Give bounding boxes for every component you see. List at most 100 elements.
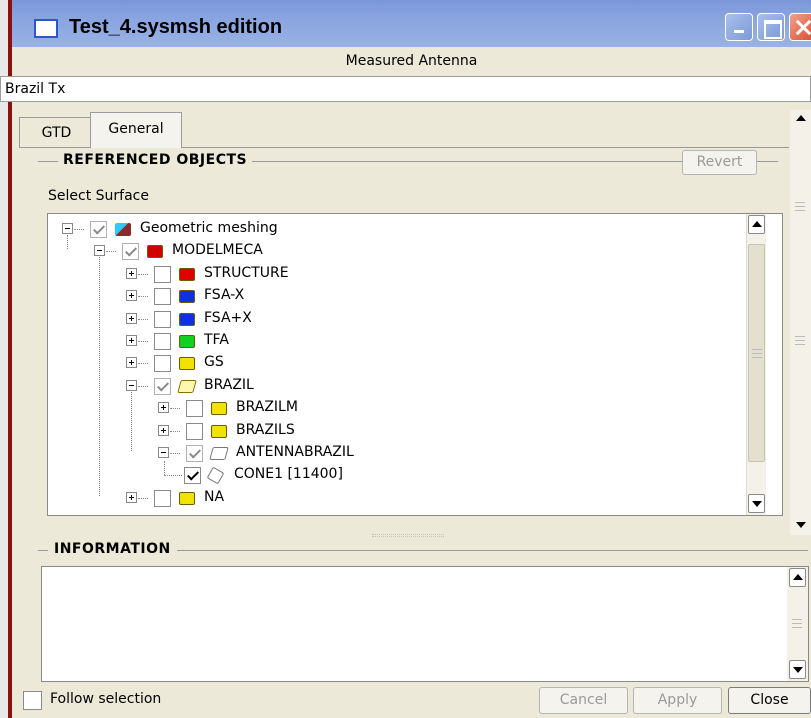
tree-checkbox[interactable]: [154, 377, 171, 395]
folder-yellow-icon: [211, 424, 227, 438]
splitter-handle[interactable]: [372, 534, 444, 537]
tab-general[interactable]: General: [90, 112, 182, 148]
collapse-icon[interactable]: [62, 223, 73, 234]
tree-checkbox[interactable]: [154, 310, 171, 328]
tree-checkbox[interactable]: [186, 422, 203, 440]
scroll-down-arrow-icon[interactable]: [790, 516, 811, 534]
expand-icon[interactable]: [158, 402, 169, 414]
scroll-grip-icon: [752, 349, 762, 358]
expand-icon[interactable]: [126, 267, 137, 279]
tree-item-label: GS: [204, 354, 224, 371]
expand-icon[interactable]: [158, 424, 169, 436]
surface-tree[interactable]: Geometric meshing MODELMECA STRUCTURE FSA-X…: [47, 213, 783, 516]
tree-row[interactable]: FSA+X: [48, 309, 748, 331]
tree-connector: [164, 461, 165, 476]
tree-row[interactable]: BRAZILM: [48, 398, 748, 420]
scroll-grip-icon: [795, 202, 805, 211]
tree-item-label: BRAZILS: [236, 421, 295, 438]
info-scroll-down-button[interactable]: [789, 660, 806, 679]
info-scroll-up-button[interactable]: [789, 568, 806, 587]
tree-row[interactable]: ANTENNABRAZIL: [48, 443, 748, 465]
tree-connector: [138, 296, 148, 298]
tree-connector: [170, 430, 180, 432]
close-window-button[interactable]: [789, 13, 811, 41]
folder-yellow-icon: [179, 491, 195, 505]
tree-scroll-thumb[interactable]: [748, 244, 765, 462]
close-button[interactable]: Close: [728, 687, 811, 714]
scroll-grip-icon: [795, 336, 805, 345]
tree-row[interactable]: GS: [48, 353, 748, 375]
tree-checkbox[interactable]: [186, 400, 203, 418]
tree-checkbox[interactable]: [154, 355, 171, 373]
tree-guide-line: [67, 235, 68, 250]
tree-checkbox[interactable]: [90, 221, 107, 238]
tree-row[interactable]: MODELMECA: [48, 241, 748, 263]
footer-bar: Follow selection Cancel Apply Close: [12, 684, 811, 718]
tree-connector: [74, 229, 84, 230]
information-heading: INFORMATION: [48, 541, 177, 557]
tree-row[interactable]: BRAZIL: [48, 376, 748, 398]
tree-checkbox[interactable]: [186, 445, 203, 462]
folder-green-icon: [179, 335, 195, 348]
cancel-button[interactable]: Cancel: [539, 687, 628, 714]
collapse-icon[interactable]: [158, 447, 169, 458]
tree-connector: [138, 318, 148, 320]
information-text-area[interactable]: [41, 566, 809, 682]
tree-item-label: FSA-X: [204, 287, 245, 304]
tree-row[interactable]: TFA: [48, 331, 748, 353]
tree-row[interactable]: FSA-X: [48, 286, 748, 308]
expand-icon[interactable]: [126, 491, 137, 503]
tree-item-label: ANTENNABRAZIL: [236, 444, 354, 460]
app-window-icon: [34, 19, 58, 38]
cube-icon: [206, 467, 225, 485]
folder-blue-icon: [179, 312, 195, 326]
tree-connector: [138, 341, 148, 342]
tree-row[interactable]: Geometric meshing: [48, 219, 748, 241]
folder-yellow-icon: [179, 357, 195, 371]
tree-connector: [138, 273, 148, 275]
tab-gtd[interactable]: GTD: [19, 117, 94, 147]
tree-scroll-up-button[interactable]: [748, 215, 765, 234]
info-scrollbar[interactable]: [787, 567, 808, 681]
tree-connector: [170, 453, 180, 454]
minimize-button[interactable]: [725, 13, 753, 41]
tree-row[interactable]: CONE1 [11400]: [48, 461, 748, 487]
expand-icon[interactable]: [126, 312, 137, 324]
main-panel: GTD General REFERENCED OBJECTS Revert Se…: [12, 102, 811, 718]
follow-selection-checkbox[interactable]: [23, 691, 42, 710]
tree-connector: [138, 497, 148, 499]
collapse-icon[interactable]: [126, 379, 137, 391]
tree-checkbox[interactable]: [154, 265, 171, 283]
tree-checkbox[interactable]: [154, 333, 171, 350]
tree-checkbox[interactable]: [184, 467, 201, 485]
expand-icon[interactable]: [126, 357, 137, 369]
apply-button[interactable]: Apply: [633, 687, 722, 714]
tree-guide-line: [99, 257, 100, 496]
object-type-label: Measured Antenna: [12, 47, 811, 76]
tree-scroll-down-button[interactable]: [748, 494, 765, 513]
tree-row[interactable]: STRUCTURE: [48, 264, 748, 286]
tree-checkbox[interactable]: [154, 489, 171, 507]
window-title: Test_4.sysmsh edition: [69, 16, 283, 38]
revert-button[interactable]: Revert: [682, 150, 757, 175]
scroll-up-arrow-icon[interactable]: [790, 110, 811, 128]
expand-icon[interactable]: [126, 290, 137, 302]
maximize-button[interactable]: [757, 13, 785, 41]
tree-row[interactable]: BRAZILS: [48, 421, 748, 443]
folder-blue-icon: [179, 290, 195, 304]
collapse-icon[interactable]: [94, 245, 105, 257]
select-surface-label: Select Surface: [48, 188, 149, 204]
tree-checkbox[interactable]: [154, 288, 171, 306]
tree-row[interactable]: NA: [48, 488, 748, 510]
referenced-objects-heading: REFERENCED OBJECTS: [58, 152, 253, 168]
follow-selection-label: Follow selection: [50, 691, 162, 707]
object-name-field[interactable]: [0, 76, 811, 102]
tree-scrollbar[interactable]: [746, 214, 766, 515]
tree-connector: [164, 475, 182, 477]
tree-item-label: Geometric meshing: [140, 220, 278, 236]
tree-checkbox[interactable]: [122, 243, 139, 261]
edition-window: Test_4.sysmsh edition Measured Antenna G…: [0, 0, 811, 718]
expand-icon[interactable]: [126, 335, 137, 346]
tree-item-label: NA: [204, 488, 225, 505]
panel-scrollbar[interactable]: [790, 110, 811, 535]
